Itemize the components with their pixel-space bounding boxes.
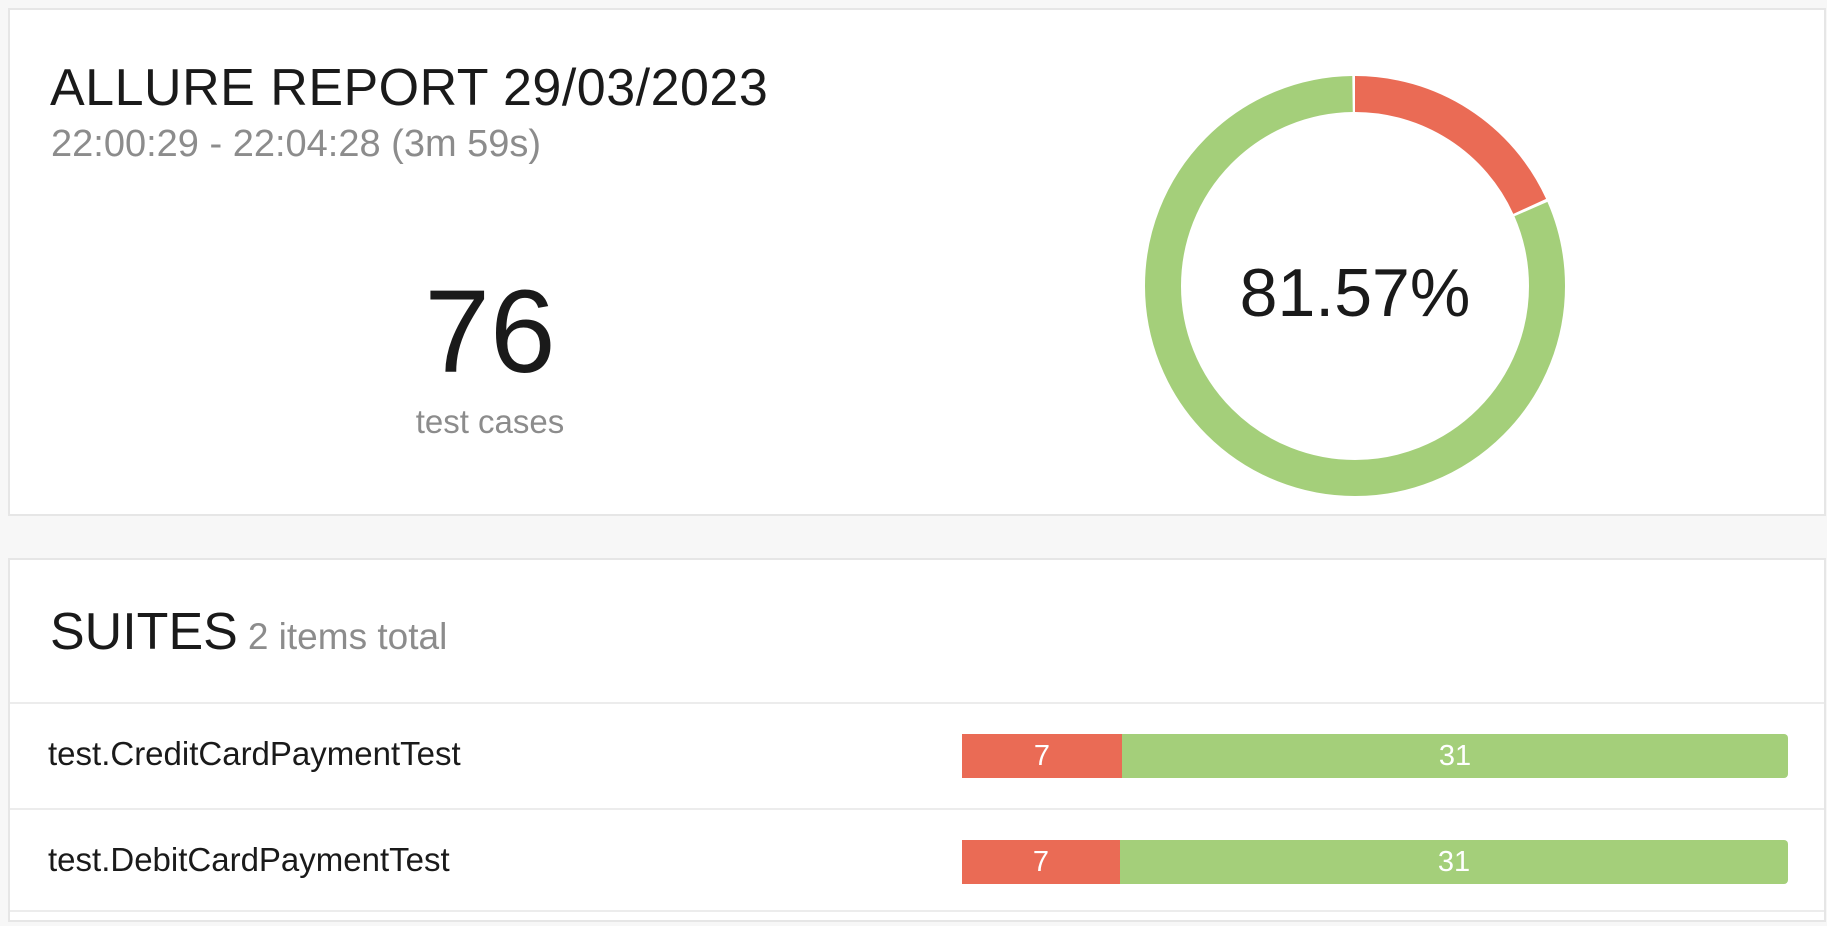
success-rate-label: 81.57% (1239, 255, 1471, 331)
failed-segment[interactable]: 7 (962, 840, 1120, 884)
suites-count: 2 items total (247, 616, 448, 657)
passed-segment[interactable]: 31 (1120, 840, 1788, 884)
suite-row[interactable]: test.DebitCardPaymentTest 7 31 (10, 808, 1824, 912)
failed-segment[interactable]: 7 (962, 734, 1122, 778)
report-title: ALLURE REPORT 29/03/2023 (50, 59, 769, 117)
summary-widget: ALLURE REPORT 29/03/2023 22:00:29 - 22:0… (8, 8, 1826, 516)
suite-status-bar[interactable]: 7 31 (962, 734, 1788, 778)
passed-segment[interactable]: 31 (1122, 734, 1788, 778)
suites-widget: SUITES 2 items total test.CreditCardPayme… (8, 558, 1826, 922)
report-time-range: 22:00:29 - 22:04:28 (3m 59s) (51, 123, 542, 165)
suite-name[interactable]: test.CreditCardPaymentTest (48, 734, 461, 774)
suites-header: SUITES 2 items total (50, 602, 447, 667)
suite-status-bar[interactable]: 7 31 (962, 840, 1788, 884)
test-cases-label: test cases (415, 403, 565, 440)
suite-name[interactable]: test.DebitCardPaymentTest (48, 840, 450, 880)
test-cases-count: 76 (424, 266, 556, 398)
suite-row[interactable]: test.CreditCardPaymentTest 7 31 (10, 702, 1824, 806)
suites-title: SUITES (50, 603, 238, 661)
